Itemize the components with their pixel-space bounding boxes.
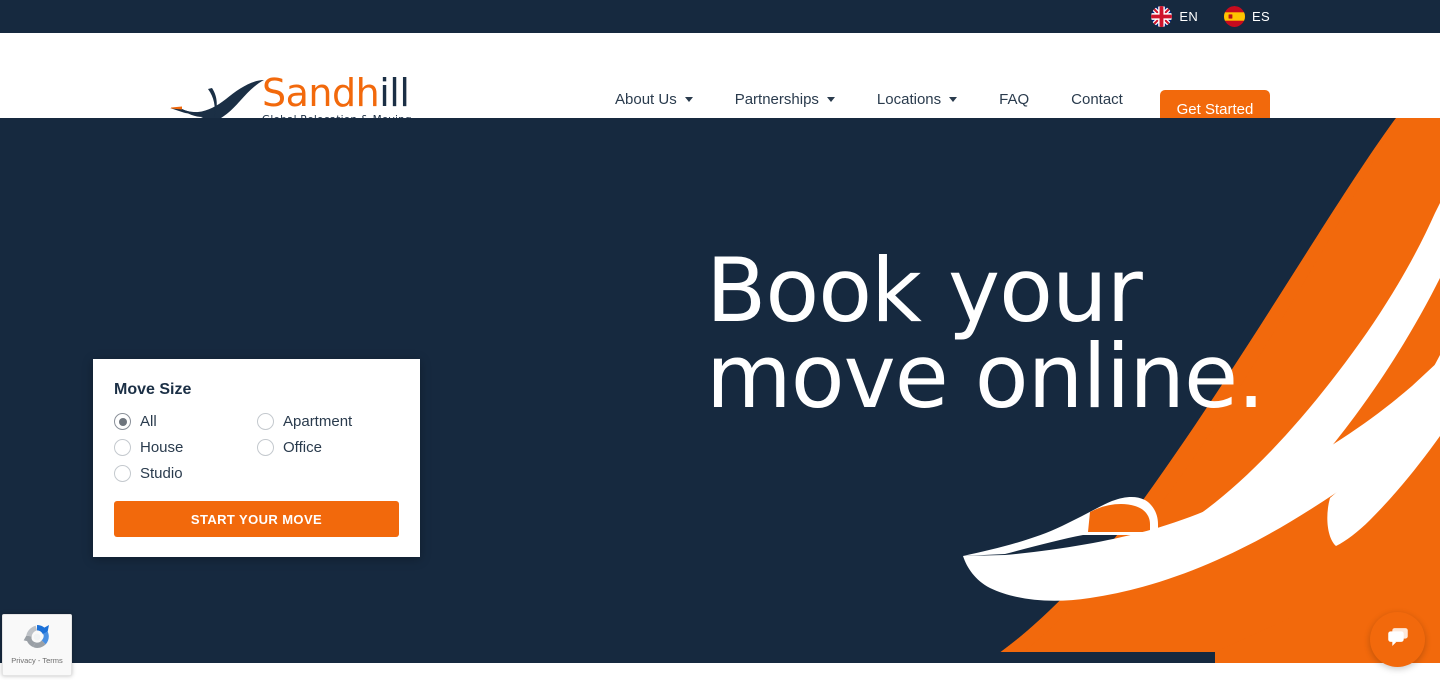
nav-label-about-us: About Us bbox=[615, 91, 677, 108]
main-navigation: About Us Partnerships Locations FAQ Cont… bbox=[615, 91, 1123, 108]
language-option-en[interactable]: EN bbox=[1151, 6, 1198, 27]
chevron-down-icon bbox=[684, 97, 693, 102]
nav-item-about-us[interactable]: About Us bbox=[615, 91, 693, 108]
radio-label-house: House bbox=[140, 439, 184, 456]
language-option-es[interactable]: ES bbox=[1224, 6, 1270, 27]
hero-section: Book your move online. Move Size All Apa… bbox=[0, 118, 1440, 663]
radio-option-house[interactable]: House bbox=[114, 439, 257, 456]
logo-word-part2: ill bbox=[379, 71, 410, 115]
start-your-move-button[interactable]: START YOUR MOVE bbox=[114, 501, 399, 537]
language-label-en: EN bbox=[1179, 9, 1199, 24]
radio-indicator-studio[interactable] bbox=[114, 465, 131, 482]
recaptcha-icon bbox=[21, 621, 53, 653]
radio-grid-spacer bbox=[257, 465, 399, 482]
chat-widget-button[interactable] bbox=[1370, 612, 1425, 667]
move-size-title: Move Size bbox=[114, 381, 192, 398]
hero-title: Book your move online. bbox=[706, 239, 1265, 428]
recaptcha-privacy-terms[interactable]: Privacy - Terms bbox=[11, 656, 63, 665]
nav-item-faq[interactable]: FAQ bbox=[999, 91, 1029, 108]
spain-flag-icon bbox=[1224, 6, 1246, 27]
nav-label-contact: Contact bbox=[1071, 91, 1123, 108]
chat-bubble-icon bbox=[1385, 624, 1411, 655]
move-size-card: Move Size All Apartment House Office Stu… bbox=[93, 359, 420, 557]
radio-option-all[interactable]: All bbox=[114, 413, 257, 430]
nav-label-partnerships: Partnerships bbox=[734, 91, 819, 108]
nav-item-contact[interactable]: Contact bbox=[1071, 91, 1123, 108]
radio-option-apartment[interactable]: Apartment bbox=[257, 413, 399, 430]
logo-wordmark: Sandhill bbox=[262, 71, 410, 115]
language-bar: EN ES bbox=[0, 0, 1440, 33]
nav-label-faq: FAQ bbox=[999, 91, 1030, 108]
radio-option-studio[interactable]: Studio bbox=[114, 465, 257, 482]
logo-word-part1: Sandh bbox=[262, 71, 380, 115]
page-root: EN ES Sandhill About Us Partnerships Loc… bbox=[0, 0, 1440, 680]
radio-option-office[interactable]: Office bbox=[257, 439, 399, 456]
nav-item-locations[interactable]: Locations bbox=[876, 91, 958, 108]
radio-label-all: All bbox=[140, 413, 157, 430]
radio-indicator-all[interactable] bbox=[114, 413, 131, 430]
recaptcha-badge[interactable]: Privacy - Terms bbox=[2, 614, 72, 676]
radio-label-office: Office bbox=[283, 439, 322, 456]
move-size-options: All Apartment House Office Studio bbox=[114, 413, 399, 482]
radio-indicator-house[interactable] bbox=[114, 439, 131, 456]
language-label-es: ES bbox=[1252, 9, 1270, 24]
nav-item-partnerships[interactable]: Partnerships bbox=[735, 91, 835, 108]
radio-label-apartment: Apartment bbox=[283, 413, 353, 430]
site-header: Sandhill Global Relocation & Moving Abou… bbox=[0, 33, 1440, 128]
radio-indicator-office[interactable] bbox=[257, 439, 274, 456]
chevron-down-icon bbox=[826, 97, 835, 102]
radio-indicator-apartment[interactable] bbox=[257, 413, 274, 430]
radio-label-studio: Studio bbox=[140, 465, 183, 482]
nav-label-locations: Locations bbox=[876, 91, 942, 108]
uk-flag-icon bbox=[1151, 6, 1173, 27]
chevron-down-icon bbox=[949, 97, 958, 102]
